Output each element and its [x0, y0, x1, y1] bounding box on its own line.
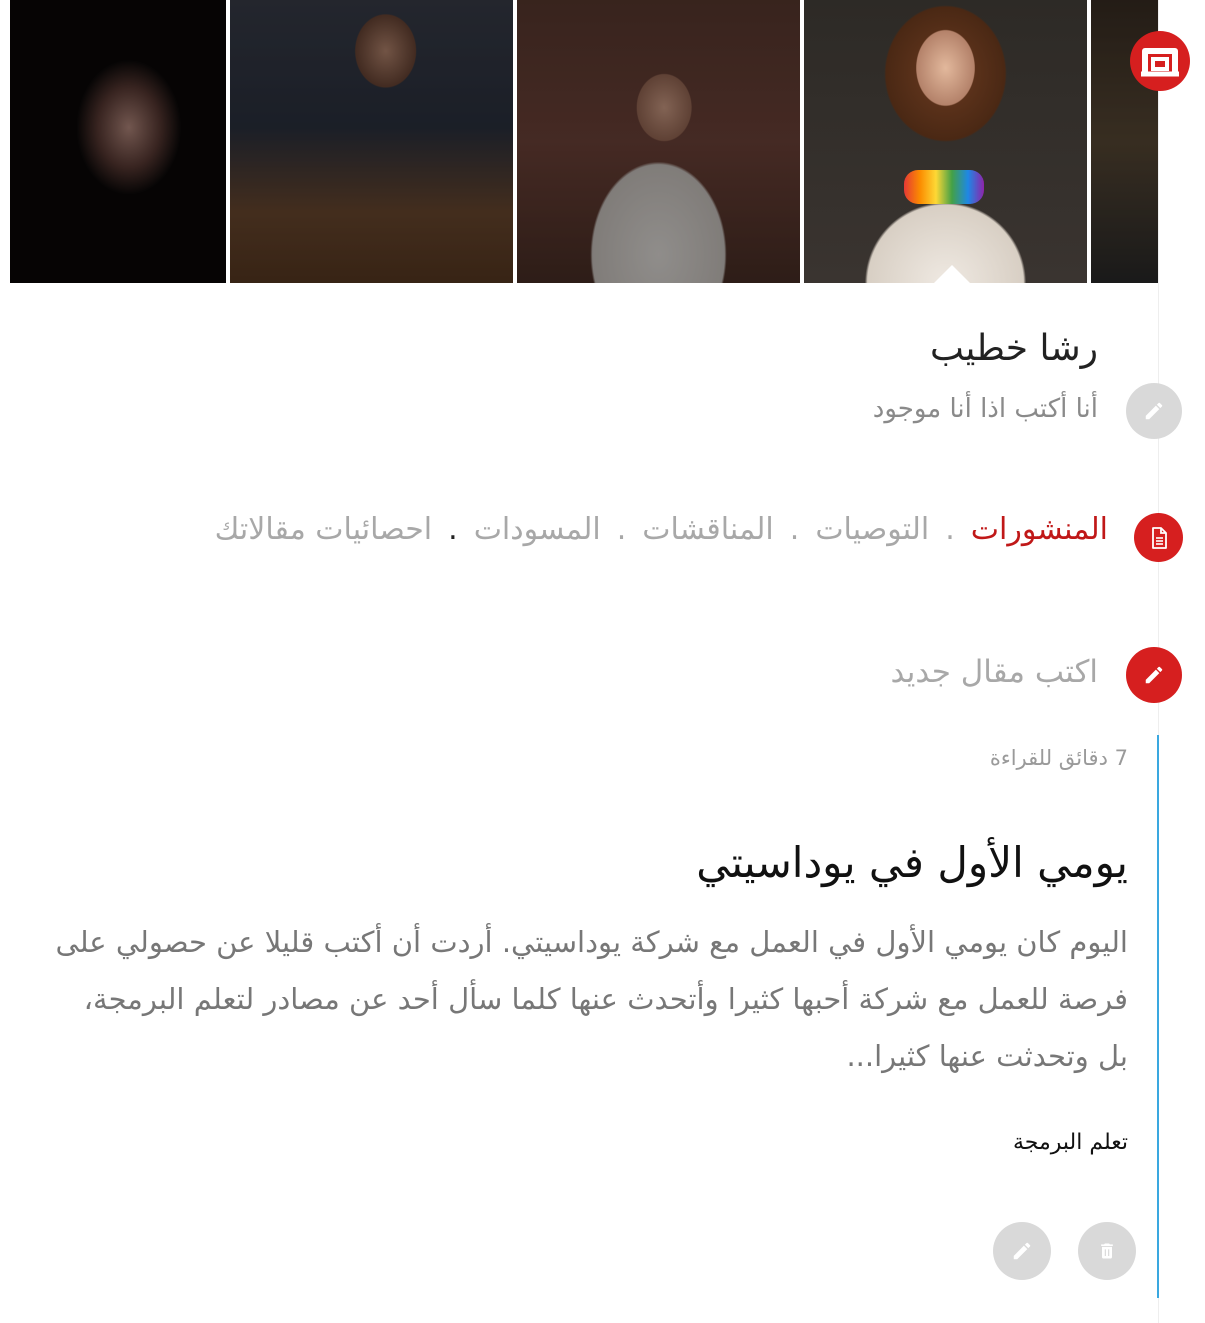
document-icon	[1151, 526, 1167, 549]
delete-post-button[interactable]	[1078, 1222, 1136, 1280]
profile-name: رشا خطيب	[930, 328, 1098, 369]
profile-tabs: المنشورات. التوصيات. المناقشات. المسودات. اح…	[215, 512, 1108, 547]
tab-separator: .	[789, 512, 800, 547]
post-title[interactable]: يومي الأول في يوداسيتي	[696, 838, 1128, 887]
photo-strip	[0, 0, 1158, 283]
pencil-icon	[1145, 666, 1163, 684]
tab-drafts[interactable]: المسودات	[474, 512, 601, 547]
post-card-accent-line	[1157, 735, 1159, 1298]
read-time: 7 دقائق للقراءة	[989, 746, 1128, 770]
selected-photo-indicator	[934, 265, 970, 283]
edit-post-button[interactable]	[993, 1222, 1051, 1280]
profile-bio: أنا أكتب اذا أنا موجود	[872, 394, 1098, 424]
tab-separator: .	[448, 512, 458, 547]
tab-separator: .	[945, 512, 955, 547]
compose-button[interactable]	[1126, 647, 1182, 703]
profile-photo-1[interactable]	[10, 0, 226, 283]
post-tag[interactable]: تعلم البرمجة	[1013, 1130, 1128, 1155]
tab-discussions[interactable]: المناقشات	[642, 512, 774, 547]
compose-link[interactable]: اكتب مقال جديد	[891, 654, 1098, 690]
tab-recommendations[interactable]: التوصيات	[815, 512, 929, 547]
brand-logo[interactable]	[1130, 31, 1190, 91]
tab-posts[interactable]: المنشورات	[971, 512, 1108, 547]
tab-stats[interactable]: احصائيات مقالاتك	[215, 512, 433, 547]
profile-photo-4-selected[interactable]	[804, 0, 1087, 283]
trash-icon	[1101, 1243, 1113, 1259]
logo-icon	[1141, 48, 1179, 77]
pencil-icon	[1145, 402, 1163, 420]
pencil-icon	[1013, 1242, 1031, 1260]
edit-bio-button[interactable]	[1126, 383, 1182, 439]
tab-separator: .	[616, 512, 627, 547]
profile-photo-2[interactable]	[230, 0, 513, 283]
posts-tab-icon-button[interactable]	[1134, 513, 1183, 562]
post-excerpt[interactable]: اليوم كان يومي الأول في العمل مع شركة يو…	[48, 914, 1128, 1085]
profile-photo-3[interactable]	[517, 0, 800, 283]
